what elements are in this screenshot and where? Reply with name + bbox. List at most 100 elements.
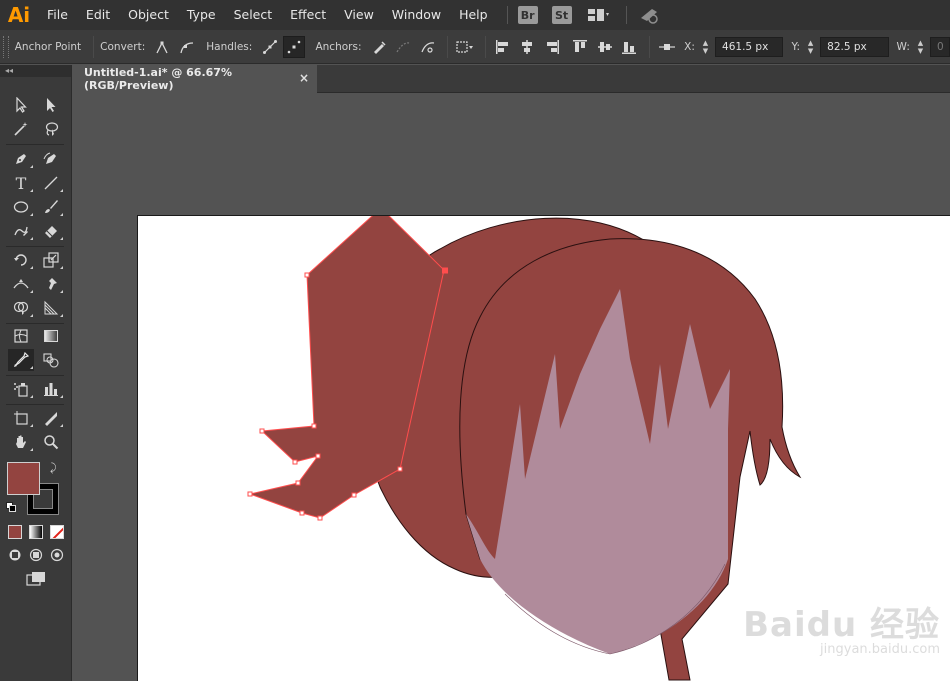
color-mode-button[interactable] xyxy=(8,525,22,539)
document-tab-title: Untitled-1.ai* @ 66.67% (RGB/Preview) xyxy=(84,66,232,92)
reference-point-icon[interactable] xyxy=(656,36,679,58)
menu-window[interactable]: Window xyxy=(383,0,450,30)
close-icon[interactable]: × xyxy=(297,71,311,85)
swap-fill-stroke-icon[interactable]: ⤸ xyxy=(50,461,57,475)
gpu-performance-icon[interactable] xyxy=(637,5,661,25)
shaper-tool-icon[interactable] xyxy=(8,220,34,242)
isolate-object-button[interactable] xyxy=(454,36,477,58)
eraser-tool-icon[interactable] xyxy=(38,220,64,242)
paintbrush-tool-icon[interactable] xyxy=(38,196,64,218)
symbol-sprayer-tool-icon[interactable] xyxy=(8,378,34,400)
magic-wand-tool-icon[interactable] xyxy=(8,118,34,140)
tools-separator xyxy=(6,246,64,247)
anchors-label: Anchors: xyxy=(315,40,362,53)
shape-builder-tool-icon[interactable] xyxy=(8,297,34,319)
ellipse-tool-icon[interactable] xyxy=(8,196,34,218)
gradient-mode-button[interactable] xyxy=(29,525,43,539)
hide-handles-button[interactable] xyxy=(282,35,306,58)
control-bar: Anchor Point Convert: Handles: Anchors: xyxy=(0,30,950,64)
tools-separator xyxy=(6,323,64,324)
menu-effect[interactable]: Effect xyxy=(281,0,335,30)
current-tool-label: Anchor Point xyxy=(14,40,82,53)
tools-separator xyxy=(6,404,64,405)
fill-color-swatch[interactable] xyxy=(7,462,40,495)
default-fill-stroke-icon[interactable] xyxy=(6,502,16,512)
menu-file[interactable]: File xyxy=(38,0,77,30)
gradient-tool-icon[interactable] xyxy=(38,325,64,347)
x-stepper[interactable]: ▲ ▼ xyxy=(699,37,712,57)
align-right-icon[interactable] xyxy=(541,36,564,58)
canvas-area[interactable]: Baidu 经验 jingyan.baidu.com xyxy=(72,93,950,681)
x-position-field[interactable]: 461.5 px xyxy=(715,36,784,57)
selection-tool-icon[interactable] xyxy=(8,94,34,116)
connect-anchors-button[interactable] xyxy=(392,36,415,58)
perspective-grid-tool-icon[interactable] xyxy=(38,297,64,319)
slice-tool-icon[interactable] xyxy=(38,407,64,429)
w-label: W: xyxy=(896,40,910,53)
width-tool-icon[interactable] xyxy=(8,273,34,295)
width-field[interactable]: 0 xyxy=(930,36,950,57)
tab-untitled-document[interactable]: Untitled-1.ai* @ 66.67% (RGB/Preview) × xyxy=(72,65,317,93)
column-graph-tool-icon[interactable] xyxy=(38,378,64,400)
menu-view[interactable]: View xyxy=(335,0,383,30)
pen-tool-icon[interactable] xyxy=(8,148,34,170)
w-stepper[interactable]: ▲ ▼ xyxy=(914,37,927,57)
hand-tool-icon[interactable] xyxy=(8,431,34,453)
watermark: Baidu 经验 jingyan.baidu.com xyxy=(743,597,940,657)
type-tool-icon[interactable]: T xyxy=(8,172,34,194)
draw-inside-icon[interactable] xyxy=(47,546,67,564)
handles-label: Handles: xyxy=(206,40,253,53)
x-label: X: xyxy=(684,40,695,53)
divider xyxy=(484,35,486,58)
curvature-tool-icon[interactable] xyxy=(38,148,64,170)
zoom-tool-icon[interactable] xyxy=(38,431,64,453)
screen-mode-icon[interactable] xyxy=(23,569,49,589)
divider xyxy=(93,35,95,58)
show-handles-button[interactable] xyxy=(258,36,281,58)
menu-type[interactable]: Type xyxy=(178,0,225,30)
remove-anchor-button[interactable] xyxy=(367,36,390,58)
stock-button[interactable]: St xyxy=(551,6,572,24)
bridge-button[interactable]: Br xyxy=(517,6,538,24)
align-center-icon[interactable] xyxy=(516,36,539,58)
lasso-tool-icon[interactable] xyxy=(38,118,64,140)
align-left-icon[interactable] xyxy=(492,36,515,58)
divider xyxy=(648,35,650,58)
convert-to-corner-button[interactable] xyxy=(151,36,174,58)
scale-tool-icon[interactable] xyxy=(38,249,64,271)
artboard-tool-icon[interactable] xyxy=(8,407,34,429)
illustrator-window: Ai File Edit Object Type Select Effect View Win… xyxy=(0,0,950,681)
cut-path-button[interactable] xyxy=(417,36,440,58)
menu-bar: Ai File Edit Object Type Select Effect View Win… xyxy=(0,0,950,30)
tools-panel-collapse[interactable]: ◂◂ xyxy=(0,65,71,77)
eyedropper-tool-icon[interactable] xyxy=(8,349,34,371)
menu-edit[interactable]: Edit xyxy=(77,0,119,30)
rotate-tool-icon[interactable] xyxy=(8,249,34,271)
mesh-tool-icon[interactable] xyxy=(8,325,34,347)
tools-separator xyxy=(6,144,64,145)
menu-separator xyxy=(506,6,508,24)
align-top-icon[interactable] xyxy=(569,36,592,58)
align-bottom-icon[interactable] xyxy=(618,36,641,58)
y-position-field[interactable]: 82.5 px xyxy=(820,36,889,57)
menu-select[interactable]: Select xyxy=(225,0,282,30)
tools-panel: ◂◂ T ⤸ xyxy=(0,65,72,681)
blend-tool-icon[interactable] xyxy=(38,349,64,371)
draw-behind-icon[interactable] xyxy=(26,546,46,564)
align-middle-icon[interactable] xyxy=(594,36,617,58)
none-mode-button[interactable] xyxy=(50,525,64,539)
puppet-warp-tool-icon[interactable] xyxy=(38,273,64,295)
menu-help[interactable]: Help xyxy=(450,0,497,30)
control-bar-grip[interactable] xyxy=(3,35,9,58)
document-tab-bar: Untitled-1.ai* @ 66.67% (RGB/Preview) × xyxy=(72,65,950,93)
menu-object[interactable]: Object xyxy=(119,0,178,30)
convert-to-smooth-button[interactable] xyxy=(176,36,199,58)
y-stepper[interactable]: ▲ ▼ xyxy=(804,37,817,57)
line-segment-tool-icon[interactable] xyxy=(38,172,64,194)
direct-selection-tool-icon[interactable] xyxy=(38,94,64,116)
arrange-documents-icon[interactable] xyxy=(586,5,610,25)
convert-label: Convert: xyxy=(100,40,146,53)
draw-normal-icon[interactable] xyxy=(5,546,25,564)
tools-separator xyxy=(6,375,64,376)
app-logo: Ai xyxy=(7,3,31,27)
